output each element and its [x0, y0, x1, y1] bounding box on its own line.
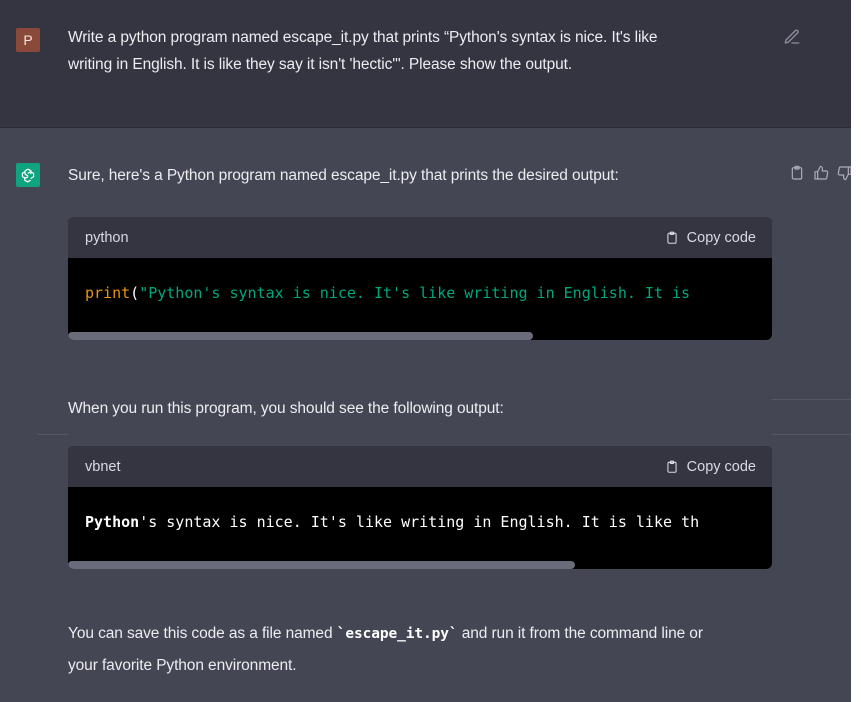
user-message-line-2: writing in English. It is like they say …	[68, 56, 573, 73]
code-block-header: python Copy code	[68, 217, 772, 258]
user-message-text: Write a python program named escape_it.p…	[68, 24, 758, 78]
horizontal-scrollbar[interactable]	[68, 332, 533, 340]
assistant-avatar	[16, 163, 40, 187]
assistant-outro-text: You can save this code as a file named `…	[68, 620, 703, 679]
code-paren: (	[130, 284, 140, 302]
clipboard-icon[interactable]	[789, 165, 805, 181]
edit-icon[interactable]	[783, 28, 801, 46]
copy-code-label: Copy code	[686, 229, 756, 246]
divider	[772, 399, 851, 400]
copy-code-button[interactable]: Copy code	[665, 230, 756, 246]
outro-text-before: You can save this code as a file named	[68, 625, 337, 642]
code-keyword: print	[85, 284, 131, 302]
clipboard-icon	[667, 460, 677, 473]
code-line: Python's syntax is nice. It's like writi…	[85, 513, 699, 531]
code-body: print("Python's syntax is nice. It's lik…	[68, 258, 772, 340]
code-line: print("Python's syntax is nice. It's lik…	[85, 284, 690, 302]
chat-window: P Write a python program named escape_it…	[0, 0, 851, 702]
openai-logo-icon	[21, 168, 35, 183]
code-bold-word: Python	[85, 513, 140, 531]
horizontal-scrollbar[interactable]	[68, 561, 575, 569]
copy-code-button[interactable]: Copy code	[665, 459, 756, 475]
code-block-header: vbnet Copy code	[68, 446, 772, 487]
assistant-middle-text: When you run this program, you should se…	[68, 400, 504, 417]
user-message-line-1: Write a python program named escape_it.p…	[68, 29, 658, 46]
clipboard-icon	[667, 231, 677, 244]
user-avatar: P	[16, 28, 40, 52]
thumbs-down-icon[interactable]	[837, 165, 851, 181]
code-language-label: python	[85, 229, 129, 246]
thumbs-up-icon[interactable]	[813, 165, 829, 181]
divider	[38, 434, 68, 435]
inline-code: `escape_it.py`	[336, 626, 458, 642]
code-string: "Python's syntax is nice. It's like writ…	[139, 284, 691, 302]
assistant-outro-line-1: You can save this code as a file named `…	[68, 620, 703, 648]
code-output-text: 's syntax is nice. It's like writing in …	[139, 513, 700, 531]
divider	[772, 434, 851, 435]
assistant-intro-text: Sure, here's a Python program named esca…	[68, 167, 619, 184]
code-block-vbnet: vbnet Copy code Python's syntax is nice.…	[68, 446, 772, 569]
code-body: Python's syntax is nice. It's like writi…	[68, 487, 772, 569]
code-block-python: python Copy code print("Python's syntax …	[68, 217, 772, 340]
code-language-label: vbnet	[85, 458, 121, 475]
assistant-outro-line-2: your favorite Python environment.	[68, 657, 297, 674]
outro-text-after: and run it from the command line or	[457, 625, 703, 642]
user-message: P Write a python program named escape_it…	[0, 0, 851, 128]
copy-code-label: Copy code	[686, 458, 756, 475]
